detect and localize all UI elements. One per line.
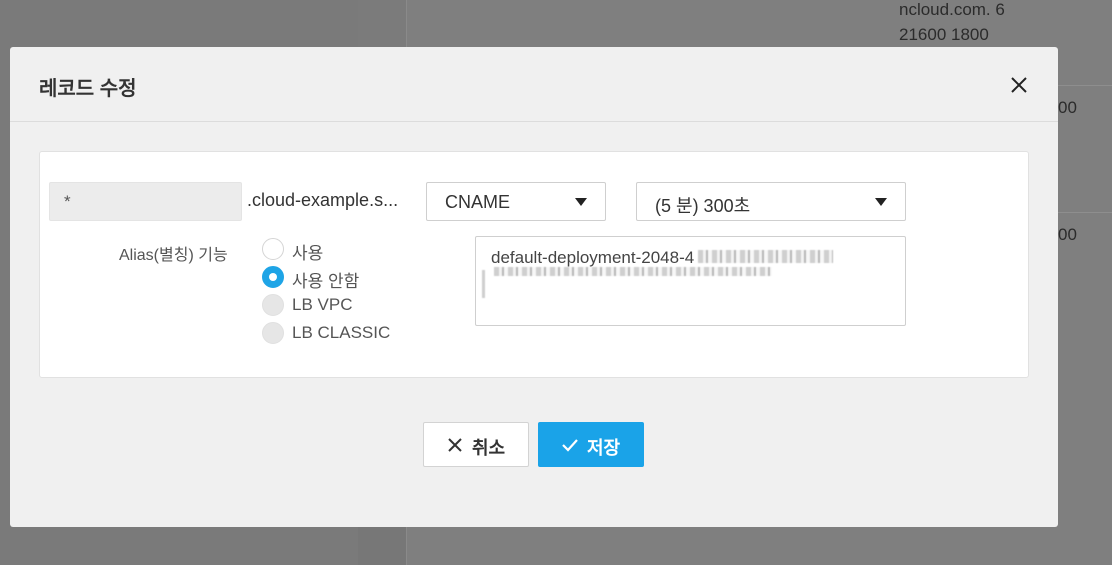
ttl-select[interactable]: (5 분) 300초 xyxy=(636,182,906,221)
background-row-divider xyxy=(1058,212,1112,213)
radio-unchecked xyxy=(262,238,284,260)
record-value-textarea[interactable]: default-deployment-2048-4 xyxy=(475,236,906,326)
radio-label: LB CLASSIC xyxy=(292,323,391,342)
background-column xyxy=(358,0,406,47)
caret-down-icon xyxy=(875,198,887,206)
record-name-input[interactable] xyxy=(49,182,242,221)
radio-label: 사용 xyxy=(292,244,324,263)
cancel-button[interactable]: 취소 xyxy=(423,422,529,467)
save-button[interactable]: 저장 xyxy=(538,422,644,467)
dialog-title: 레코드 수정 xyxy=(39,78,137,100)
redacted-text xyxy=(698,250,833,263)
save-label: 저장 xyxy=(587,438,621,458)
record-form: .cloud-example.s... CNAME (5 분) 300초 Ali… xyxy=(39,151,1029,378)
background-row-divider xyxy=(1058,85,1112,86)
close-icon xyxy=(1011,77,1027,93)
radio-disabled xyxy=(262,294,284,316)
edit-record-dialog: 레코드 수정 .cloud-example.s... CNAME (5 분) 3… xyxy=(10,47,1058,527)
redacted-text xyxy=(494,267,772,276)
record-value-text: default-deployment-2048-4 xyxy=(491,248,695,267)
radio-checked xyxy=(262,266,284,288)
ttl-value: (5 분) 300초 xyxy=(655,196,751,216)
cancel-label: 취소 xyxy=(472,438,506,458)
domain-suffix: .cloud-example.s... xyxy=(247,190,399,210)
check-icon xyxy=(562,439,578,452)
radio-disabled xyxy=(262,322,284,344)
background-cell-text: 00 xyxy=(1058,225,1077,244)
dialog-header: 레코드 수정 xyxy=(10,47,1058,122)
text-cursor xyxy=(482,270,485,298)
radio-label: 사용 안함 xyxy=(292,272,360,291)
record-type-select[interactable]: CNAME xyxy=(426,182,606,221)
background-cell-text: 21600 1800 xyxy=(899,25,989,44)
caret-down-icon xyxy=(575,198,587,206)
record-type-value: CNAME xyxy=(445,192,511,212)
x-icon xyxy=(448,438,462,452)
background-cell-text: ncloud.com. 6 xyxy=(899,0,1005,19)
close-button[interactable] xyxy=(1007,73,1031,97)
background-cell-text: 00 xyxy=(1058,98,1077,117)
radio-label: LB VPC xyxy=(292,295,353,314)
alias-label: Alias(별칭) 기능 xyxy=(119,247,228,264)
